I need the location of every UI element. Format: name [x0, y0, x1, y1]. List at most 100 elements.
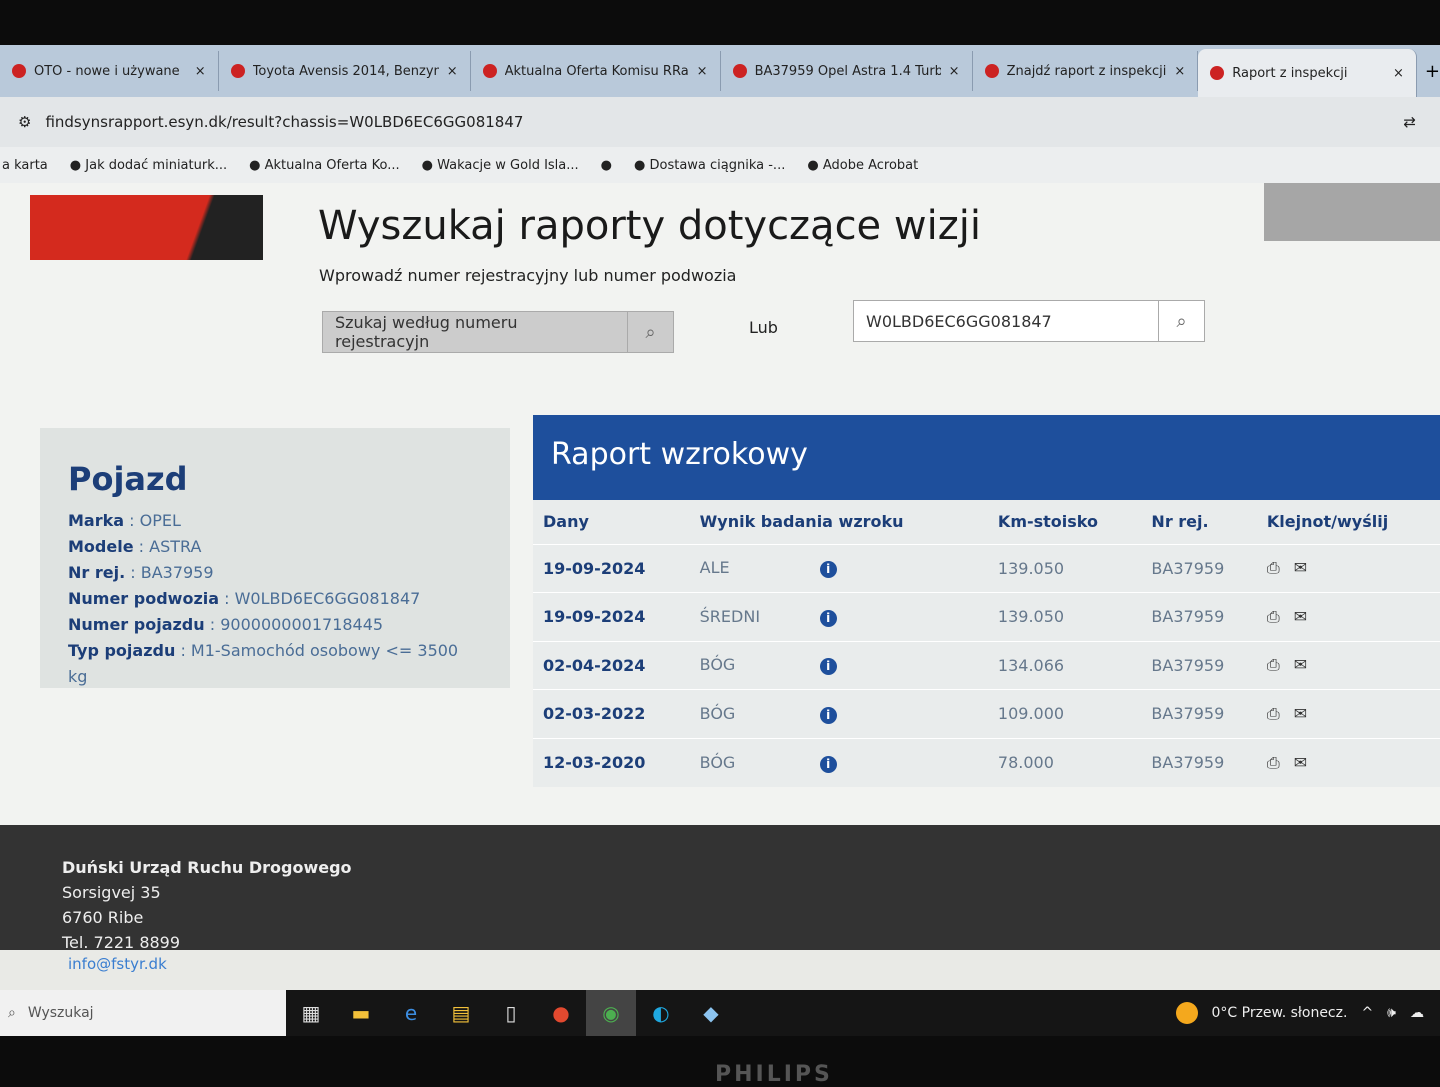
page-content: Wyszukaj raporty dotyczące wizji Wprowad…	[0, 183, 1440, 825]
tab-favicon	[231, 64, 245, 78]
reg-search[interactable]: Szukaj według numeru rejestracyjn ⌕	[322, 311, 674, 353]
download-pdf-icon[interactable]: ⎙	[1267, 607, 1280, 626]
new-tab-button[interactable]: +	[1425, 61, 1440, 82]
info-icon[interactable]: i	[820, 707, 837, 724]
footer-strip: info@fstyr.dk	[0, 950, 1440, 990]
info-icon[interactable]: i	[820, 561, 837, 578]
address-bar[interactable]: ⚙ findsynsrapport.esyn.dk/result?chassis…	[0, 97, 1440, 147]
close-icon[interactable]: ×	[697, 64, 708, 79]
km-cell: 109.000	[988, 690, 1142, 739]
footer-email-link[interactable]: info@fstyr.dk	[68, 955, 167, 973]
tab-favicon	[985, 64, 999, 78]
field-value: OPEL	[140, 511, 181, 530]
tab-3[interactable]: BA37959 Opel Astra 1.4 Turbo ×	[721, 51, 973, 91]
chrome-icon[interactable]: ◉	[586, 990, 636, 1036]
send-email-icon[interactable]: ✉	[1294, 704, 1307, 723]
document-icon[interactable]: ▯	[486, 1001, 536, 1025]
taskbar-search[interactable]: ⌕ Wyszukaj	[0, 990, 286, 1036]
tab-title: BA37959 Opel Astra 1.4 Turbo	[755, 64, 941, 79]
close-icon[interactable]: ×	[1174, 64, 1185, 79]
reg-cell: BA37959	[1141, 690, 1256, 739]
download-pdf-icon[interactable]: ⎙	[1267, 704, 1280, 723]
field-label: Typ pojazdu	[68, 641, 175, 660]
info-icon[interactable]: i	[820, 756, 837, 773]
report-heading: Raport wzrokowy	[533, 415, 1440, 500]
tab-0[interactable]: OTO - nowe i używane ×	[0, 51, 219, 91]
send-email-icon[interactable]: ✉	[1294, 753, 1307, 772]
result-cell: BÓGi	[690, 690, 988, 739]
bookmark-label: Adobe Acrobat	[823, 158, 918, 173]
tab-4[interactable]: Znajdź raport z inspekcji×	[973, 51, 1199, 91]
vehicle-field: Numer pojazdu : 9000000001718445	[68, 612, 482, 638]
bookmark-5[interactable]: ● Dostawa ciągnika -...	[634, 158, 785, 173]
file-explorer-icon[interactable]: ▬	[336, 1001, 386, 1025]
bookmark-6[interactable]: ● Adobe Acrobat	[807, 158, 918, 173]
app-icon[interactable]: ●	[536, 1001, 586, 1025]
send-email-icon[interactable]: ✉	[1294, 655, 1307, 674]
bookmark-icon: ●	[807, 158, 822, 173]
bookmark-0[interactable]: a karta	[2, 158, 48, 173]
footer-org: Duński Urząd Ruchu Drogowego	[62, 855, 1378, 880]
tab-title: OTO - nowe i używane	[34, 64, 187, 79]
edge-icon[interactable]: ◐	[636, 1001, 686, 1025]
tab-favicon	[1210, 66, 1224, 80]
chassis-input[interactable]: W0LBD6EC6GG081847	[854, 301, 1158, 341]
bookmark-label: Jak dodać miniaturk...	[85, 158, 227, 173]
close-icon[interactable]: ×	[447, 64, 458, 79]
download-pdf-icon[interactable]: ⎙	[1267, 753, 1280, 772]
chassis-search[interactable]: W0LBD6EC6GG081847 ⌕	[853, 300, 1205, 342]
close-icon[interactable]: ×	[195, 64, 206, 79]
tab-title: Raport z inspekcji	[1232, 66, 1385, 81]
url-text[interactable]: findsynsrapport.esyn.dk/result?chassis=W…	[45, 113, 523, 131]
date-cell: 19-09-2024	[533, 544, 690, 593]
reg-search-input[interactable]: Szukaj według numeru rejestracyjn	[323, 312, 627, 352]
translate-icon[interactable]: ⇄	[1403, 113, 1416, 131]
chevron-up-icon[interactable]: ^	[1361, 1005, 1373, 1021]
internet-explorer-icon[interactable]: e	[386, 1001, 436, 1025]
tab-1[interactable]: Toyota Avensis 2014, Benzyna ×	[219, 51, 471, 91]
actions-cell: ⎙✉	[1257, 544, 1440, 593]
tab-5[interactable]: Raport z inspekcji ×	[1198, 49, 1417, 97]
volume-icon[interactable]: 🕪	[1387, 1005, 1396, 1021]
tab-title: Toyota Avensis 2014, Benzyna	[253, 64, 439, 79]
task-view-icon[interactable]: ▦	[286, 1001, 336, 1025]
field-sep: :	[124, 511, 140, 530]
close-icon[interactable]: ×	[949, 64, 960, 79]
search-icon[interactable]: ⌕	[1158, 301, 1204, 341]
system-tray: 0°C Przew. słonecz. ^ 🕪 ☁	[1176, 1002, 1440, 1024]
field-value: 9000000001718445	[220, 615, 383, 634]
bookmark-1[interactable]: ● Jak dodać miniaturk...	[70, 158, 227, 173]
date-cell: 19-09-2024	[533, 593, 690, 642]
vehicle-heading: Pojazd	[68, 460, 482, 498]
or-label: Lub	[749, 318, 778, 337]
monitor-brand-logo: PHILIPS	[715, 1062, 833, 1087]
cloud-icon[interactable]: ☁	[1410, 1005, 1424, 1021]
tab-2[interactable]: Aktualna Oferta Komisu RRa×	[471, 51, 721, 91]
download-pdf-icon[interactable]: ⎙	[1267, 558, 1280, 577]
taskbar-search-placeholder: Wyszukaj	[28, 1005, 94, 1021]
bookmark-4[interactable]: ●	[601, 158, 612, 173]
send-email-icon[interactable]: ✉	[1294, 607, 1307, 626]
send-email-icon[interactable]: ✉	[1294, 558, 1307, 577]
actions-cell: ⎙✉	[1257, 738, 1440, 787]
bookmark-3[interactable]: ● Wakacje w Gold Isla...	[422, 158, 579, 173]
info-icon[interactable]: i	[820, 610, 837, 627]
app-icon-2[interactable]: ◆	[686, 1001, 736, 1025]
weather-text[interactable]: 0°C Przew. słonecz.	[1212, 1005, 1348, 1021]
table-row: 12-03-2020BÓGi78.000BA37959⎙✉	[533, 738, 1440, 787]
result-text: BÓG	[700, 704, 820, 723]
page-title: Wyszukaj raporty dotyczące wizji	[318, 203, 981, 249]
close-icon[interactable]: ×	[1393, 66, 1404, 81]
site-info-icon[interactable]: ⚙	[18, 113, 31, 131]
download-pdf-icon[interactable]: ⎙	[1267, 655, 1280, 674]
footer: Duński Urząd Ruchu Drogowego Sorsigvej 3…	[0, 825, 1440, 950]
table-row: 02-04-2024BÓGi134.066BA37959⎙✉	[533, 641, 1440, 690]
bookmark-2[interactable]: ● Aktualna Oferta Ko...	[249, 158, 400, 173]
search-icon: ⌕	[8, 1005, 16, 1021]
store-icon[interactable]: ▤	[436, 1001, 486, 1025]
field-sep: :	[205, 615, 221, 634]
footer-city: 6760 Ribe	[62, 905, 1378, 930]
column-header: Km-stoisko	[988, 500, 1142, 544]
info-icon[interactable]: i	[820, 658, 837, 675]
search-icon[interactable]: ⌕	[627, 312, 673, 352]
